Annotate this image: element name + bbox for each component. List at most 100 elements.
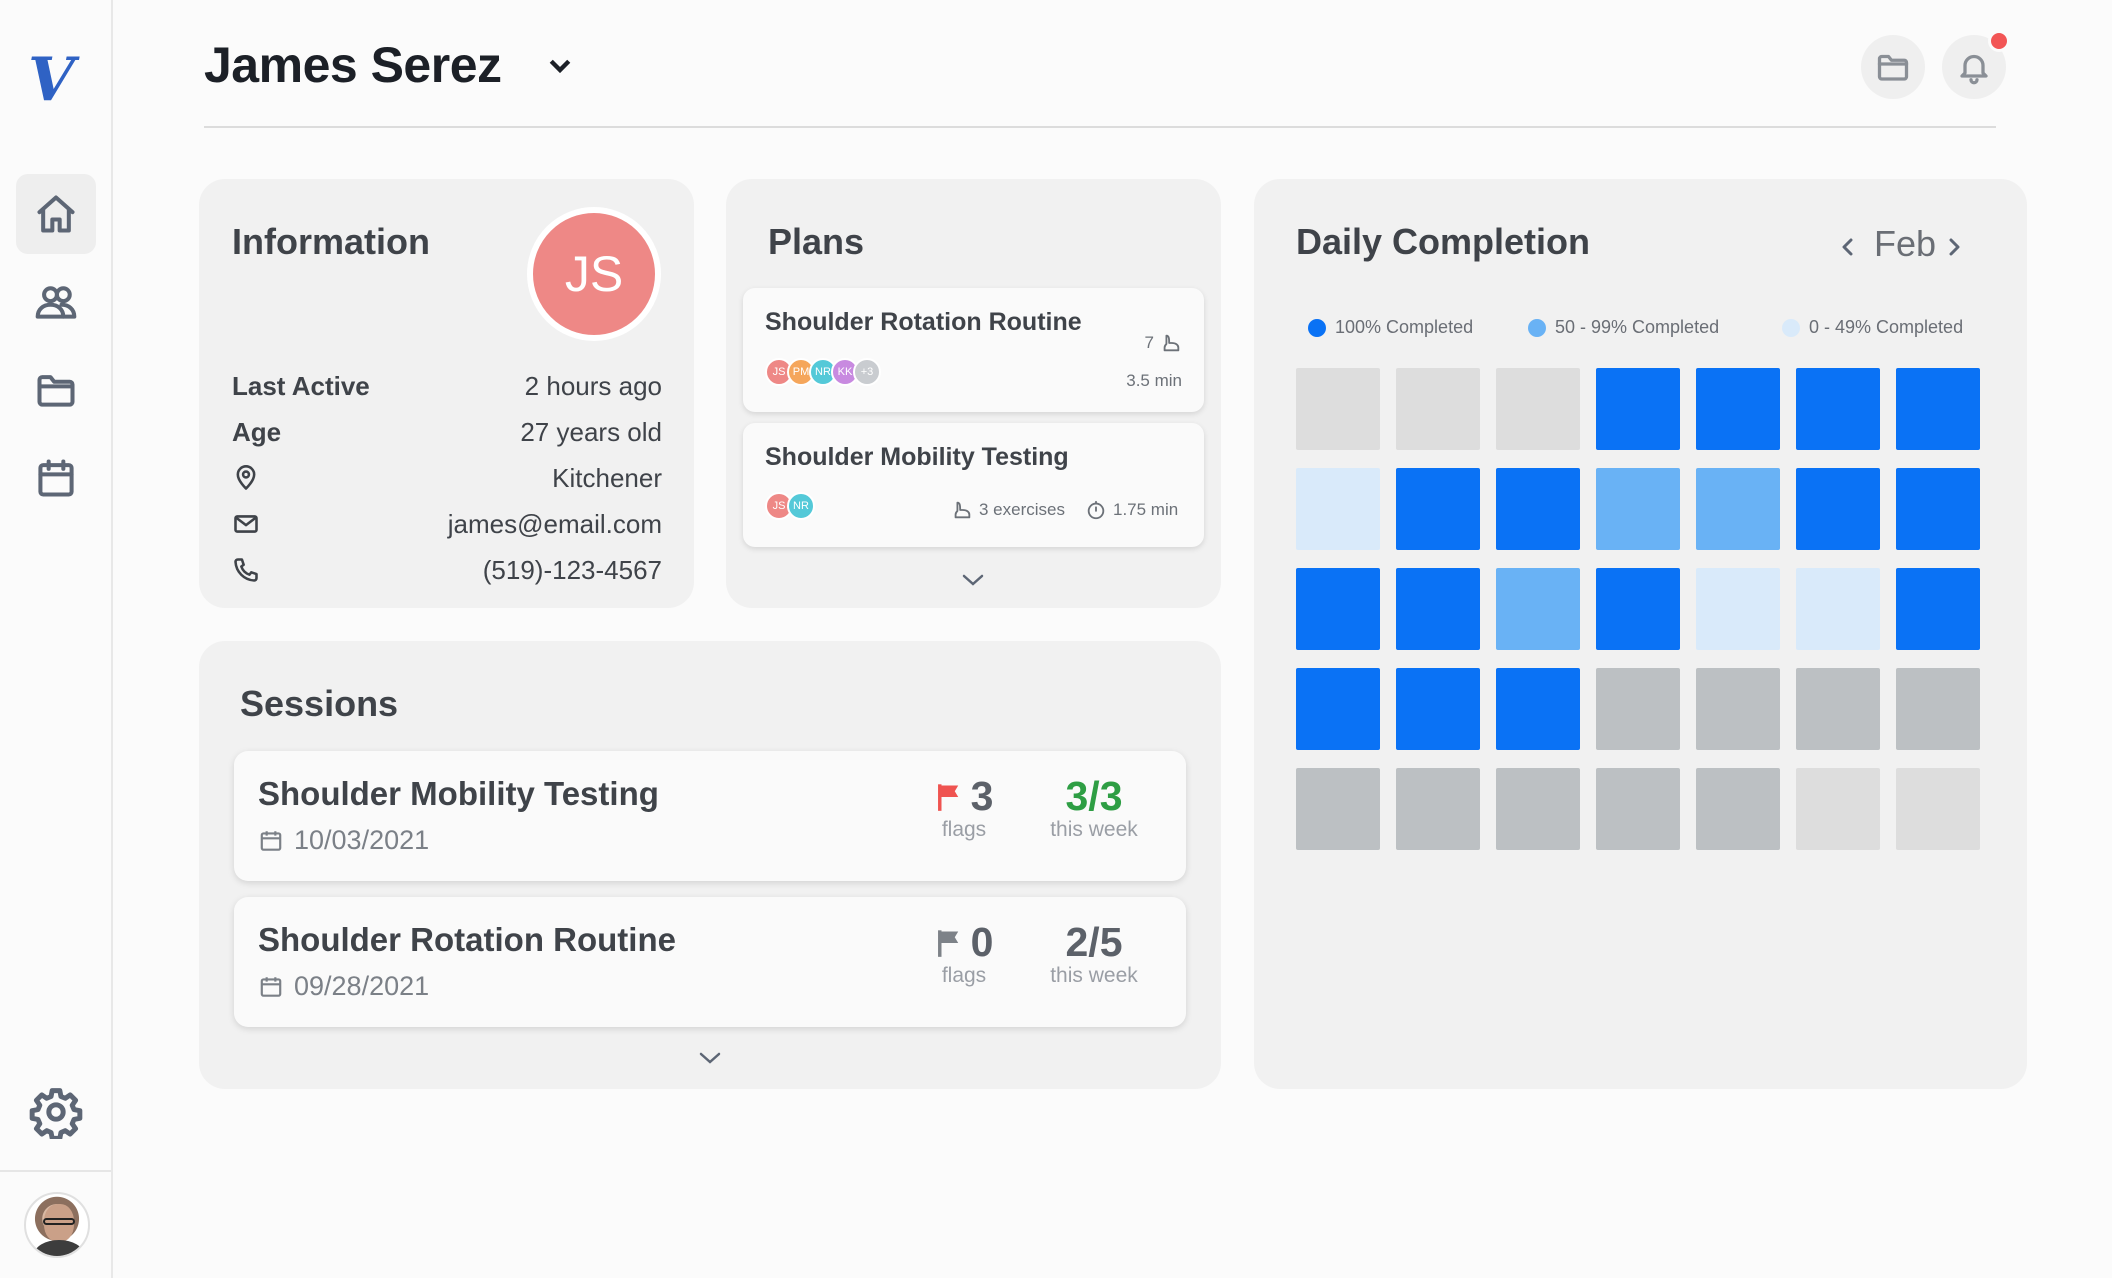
session-item[interactable]: Shoulder Mobility Testing 10/03/2021 3 f…	[234, 751, 1186, 881]
gear-icon	[29, 1088, 83, 1139]
day-cell[interactable]	[1496, 668, 1580, 750]
chevron-down-icon	[549, 59, 571, 74]
day-cell[interactable]	[1496, 768, 1580, 850]
day-cell[interactable]	[1496, 468, 1580, 550]
day-cell[interactable]	[1696, 368, 1780, 450]
day-cell[interactable]	[1796, 568, 1880, 650]
legend-label: 100% Completed	[1335, 317, 1474, 337]
day-cell[interactable]	[1696, 568, 1780, 650]
day-cell[interactable]	[1896, 768, 1980, 850]
day-cell[interactable]	[1396, 568, 1480, 650]
plan-name: Shoulder Rotation Routine	[765, 308, 1082, 336]
last-active-label: Last Active	[232, 370, 370, 401]
phone-icon	[234, 558, 258, 582]
day-cell[interactable]	[1496, 568, 1580, 650]
plan-exercise-count: 3 exercises	[951, 499, 1065, 521]
daily-completion-title: Daily Completion	[1296, 221, 1591, 262]
header-divider	[204, 126, 1996, 128]
day-cell[interactable]	[1596, 468, 1680, 550]
plan-item[interactable]: Shoulder Rotation Routine JS PM NR KK +3…	[743, 288, 1204, 412]
plan-name: Shoulder Mobility Testing	[765, 443, 1069, 471]
sidebar-divider	[0, 1170, 111, 1172]
information-card: Information JS Last Active 2 hours ago A…	[199, 179, 694, 608]
legend-dot	[1782, 318, 1800, 337]
exercise-icon	[1163, 334, 1180, 352]
sessions-expand-button[interactable]	[695, 1048, 725, 1068]
app-logo[interactable]: V	[28, 48, 78, 112]
day-cell[interactable]	[1696, 668, 1780, 750]
calendar-icon	[260, 976, 282, 997]
day-cell[interactable]	[1296, 768, 1380, 850]
day-cell[interactable]	[1296, 668, 1380, 750]
exercise-count: 3 exercises	[979, 500, 1065, 519]
phone-value[interactable]: (519)-123-4567	[483, 555, 662, 586]
age-label: Age	[232, 416, 282, 447]
completion-label: this week	[1050, 818, 1138, 841]
duration-value: 1.75 min	[1113, 500, 1179, 519]
sidebar-item-calendar[interactable]	[16, 438, 96, 518]
settings-button[interactable]	[16, 1072, 96, 1152]
day-cell[interactable]	[1396, 768, 1480, 850]
day-cell[interactable]	[1896, 568, 1980, 650]
patient-switcher-button[interactable]	[545, 50, 575, 80]
users-icon	[35, 286, 77, 319]
flags-label: flags	[941, 818, 987, 841]
day-cell[interactable]	[1796, 368, 1880, 450]
mail-icon	[234, 515, 258, 533]
day-cell[interactable]	[1696, 468, 1780, 550]
next-month-button[interactable]	[1940, 229, 1970, 259]
files-button[interactable]	[1861, 35, 1925, 99]
last-active-value: 2 hours ago	[524, 370, 662, 401]
day-cell[interactable]	[1696, 768, 1780, 850]
phone-row: (519)-123-4567	[232, 550, 662, 590]
email-value[interactable]: james@email.com	[448, 509, 662, 540]
sidebar-item-patients[interactable]	[16, 262, 96, 342]
sidebar-item-folder[interactable]	[16, 350, 96, 430]
sidebar-item-home[interactable]	[16, 174, 96, 254]
daily-completion-card: Daily Completion Feb 100% Completed 50 -…	[1254, 179, 2027, 1089]
avatar-overflow: +3	[853, 358, 881, 386]
day-cell[interactable]	[1496, 368, 1580, 450]
plans-expand-button[interactable]	[958, 570, 988, 590]
plan-avatars: JS PM NR KK +3	[765, 358, 881, 386]
session-item[interactable]: Shoulder Rotation Routine 09/28/2021 0 f…	[234, 897, 1186, 1027]
age-row: Age 27 years old	[232, 412, 662, 452]
day-cell[interactable]	[1796, 768, 1880, 850]
bell-icon	[1960, 54, 1988, 85]
plan-item[interactable]: Shoulder Mobility Testing JS NR 3 exerci…	[743, 423, 1204, 547]
day-cell[interactable]	[1396, 668, 1480, 750]
age-value: 27 years old	[520, 416, 662, 447]
day-cell[interactable]	[1596, 768, 1680, 850]
day-cell[interactable]	[1396, 368, 1480, 450]
day-cell[interactable]	[1596, 568, 1680, 650]
day-cell[interactable]	[1896, 668, 1980, 750]
session-completion: 3/3 this week	[1039, 773, 1149, 842]
day-cell[interactable]	[1296, 368, 1380, 450]
day-cell[interactable]	[1296, 468, 1380, 550]
user-avatar[interactable]	[24, 1192, 90, 1258]
day-cell[interactable]	[1896, 468, 1980, 550]
legend-item: 50 - 99% Completed	[1528, 317, 1719, 338]
chevron-right-icon	[1949, 238, 1960, 256]
exercise-count: 7	[1144, 333, 1154, 352]
sidebar: V	[0, 0, 113, 1278]
day-cell[interactable]	[1796, 668, 1880, 750]
folder-icon	[1877, 54, 1909, 81]
legend-item: 0 - 49% Completed	[1782, 317, 1963, 338]
prev-month-button[interactable]	[1832, 229, 1862, 259]
day-cell[interactable]	[1596, 368, 1680, 450]
location-row: Kitchener	[232, 458, 662, 498]
chevron-down-icon	[699, 1052, 721, 1064]
day-cell[interactable]	[1396, 468, 1480, 550]
last-active-row: Last Active 2 hours ago	[232, 366, 662, 406]
completion-value: 3/3	[1065, 773, 1123, 819]
day-cell[interactable]	[1896, 368, 1980, 450]
day-cell[interactable]	[1296, 568, 1380, 650]
email-row: james@email.com	[232, 504, 662, 544]
sessions-title: Sessions	[240, 683, 399, 724]
legend-dot	[1528, 318, 1546, 337]
day-cell[interactable]	[1796, 468, 1880, 550]
location-pin-icon	[236, 465, 256, 490]
day-cell[interactable]	[1596, 668, 1680, 750]
session-flags: 0 flags	[924, 919, 1004, 988]
